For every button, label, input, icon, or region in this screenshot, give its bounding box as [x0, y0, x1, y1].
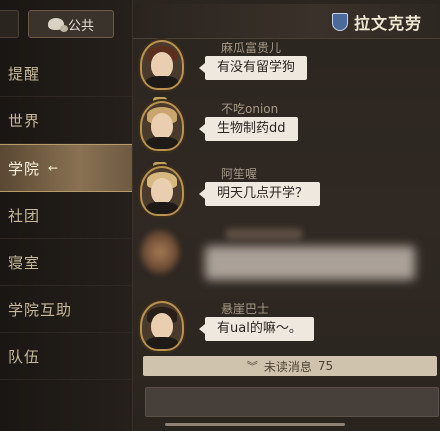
chat-header: 拉文克劳 [133, 4, 440, 39]
tab-public[interactable]: 公共 [28, 10, 114, 38]
sender-name [225, 228, 303, 240]
channel-list: 提醒 世界 学院 ← 社团 寝室 学院互助 队伍 [0, 50, 132, 380]
message-bubble[interactable]: 有没有留学狗 [198, 56, 308, 80]
avatar[interactable] [140, 301, 184, 351]
message-bubble[interactable] [205, 246, 415, 280]
sender-name: 麻瓜富贵儿 [221, 41, 282, 55]
nav-item-dorm[interactable]: 寝室 [0, 239, 132, 286]
avatar[interactable] [140, 40, 184, 90]
nav-item-world[interactable]: 世界 [0, 97, 132, 144]
tab-collapsed[interactable] [0, 10, 19, 38]
chevron-down-icon: ︾ [246, 360, 258, 373]
unread-label: 未读消息 [263, 359, 312, 374]
nav-item-college-help[interactable]: 学院互助 [0, 286, 132, 333]
nav-item-label: 寝室 [8, 253, 41, 272]
message-bubble[interactable]: 生物制药dd [199, 117, 298, 141]
nav-item-label: 队伍 [8, 347, 41, 366]
arrow-left-icon: ← [48, 161, 60, 175]
tab-public-label: 公共 [67, 18, 94, 34]
message-bubble[interactable]: 有ual的嘛～。 [199, 317, 314, 341]
nav-item-club[interactable]: 社团 [0, 192, 132, 239]
nav-item-team[interactable]: 队伍 [0, 333, 132, 380]
message-bubble[interactable]: 明天几点开学？ [198, 182, 321, 206]
sender-name: 悬崖巴士 [221, 302, 270, 316]
nav-item-label: 世界 [8, 111, 41, 130]
house-title-text: 拉文克劳 [353, 14, 422, 33]
nav-item-college[interactable]: 学院 ← [0, 144, 132, 192]
nav-item-reminder[interactable]: 提醒 [0, 50, 132, 97]
chat-panel: 拉文克劳 麻瓜富贵儿 有没有留学狗 不吃onion 生物制药dd 阿笙喔 明天几… [133, 0, 440, 431]
message-input[interactable] [145, 387, 439, 417]
channel-sidebar: 公共 提醒 世界 学院 ← 社团 寝室 学院互助 队伍 [0, 0, 133, 431]
nav-item-label: 社团 [8, 206, 41, 225]
sender-name: 不吃onion [221, 102, 279, 116]
chat-message: 不吃onion 生物制药dd [133, 97, 440, 165]
unread-messages-button[interactable]: ︾ 未读消息 75 [143, 356, 437, 376]
avatar[interactable] [141, 230, 179, 274]
chat-message: 阿笙喔 明天几点开学？ [133, 162, 440, 230]
house-title: 拉文克劳 [331, 10, 422, 34]
avatar[interactable] [140, 166, 184, 216]
home-indicator[interactable] [165, 423, 345, 426]
sender-name: 阿笙喔 [221, 167, 258, 181]
nav-item-label: 学院互助 [8, 300, 73, 319]
chat-message-blurred [133, 228, 440, 294]
nav-item-label: 提醒 [8, 64, 41, 83]
channel-tabs: 公共 [0, 6, 132, 40]
avatar[interactable] [140, 101, 184, 151]
chat-bubbles-icon [47, 18, 68, 32]
ravenclaw-crest-icon [331, 13, 348, 31]
unread-count: 75 [317, 359, 334, 373]
chat-message: 麻瓜富贵儿 有没有留学狗 [133, 40, 440, 104]
nav-item-label: 学院 [8, 159, 41, 178]
